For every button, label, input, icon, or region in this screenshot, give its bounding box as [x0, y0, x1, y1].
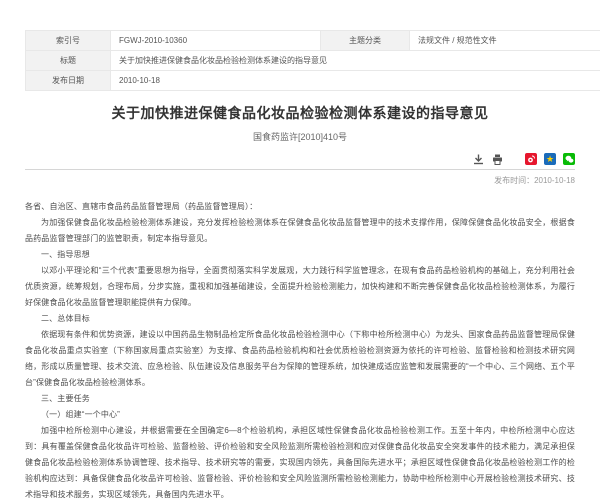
- publish-time: 发布时间：2010-10-18: [25, 175, 575, 185]
- publish-date-label: 发布日期: [26, 71, 111, 91]
- section-heading-1: 一、指导思想: [25, 247, 575, 263]
- sub-section-heading: （一）组建“一个中心”: [25, 407, 575, 423]
- weibo-share-icon[interactable]: [525, 153, 537, 165]
- subject-category-label: 主题分类: [321, 31, 410, 51]
- title-value: 关于加快推进保健食品化妆品检验检测体系建设的指导意见: [111, 51, 600, 71]
- paragraph: 依据现有条件和优势资源，建设以中国药品生物制品检定所食品化妆品检验检测中心（下称…: [25, 327, 575, 391]
- meta-info-table: 索引号 FGWJ-2010-10360 主题分类 法规文件 / 规范性文件 标题…: [25, 30, 600, 91]
- section-heading-3: 三、主要任务: [25, 391, 575, 407]
- document-page: 索引号 FGWJ-2010-10360 主题分类 法规文件 / 规范性文件 标题…: [25, 0, 575, 503]
- print-icon[interactable]: [491, 153, 503, 165]
- paragraph: 加强中检所检测中心建设，并根据需要在全国确定6—8个检验机构，承担区域性保健食品…: [25, 423, 575, 503]
- toolbar: ★: [25, 151, 575, 170]
- index-number-value: FGWJ-2010-10360: [111, 31, 321, 51]
- publish-date-value: 2010-10-18: [111, 71, 600, 91]
- table-row: 索引号 FGWJ-2010-10360 主题分类 法规文件 / 规范性文件: [26, 31, 600, 51]
- table-row: 发布日期 2010-10-18: [26, 71, 600, 91]
- wechat-share-icon[interactable]: [563, 153, 575, 165]
- download-icon[interactable]: [472, 153, 484, 165]
- table-row: 标题 关于加快推进保健食品化妆品检验检测体系建设的指导意见: [26, 51, 600, 71]
- document-number: 国食药监许[2010]410号: [25, 130, 575, 143]
- salutation-line: 各省、自治区、直辖市食品药品监督管理局（药品监督管理局）：: [25, 199, 575, 215]
- paragraph: 以邓小平理论和“三个代表”重要思想为指导，全面贯彻落实科学发展观，大力践行科学监…: [25, 263, 575, 311]
- subject-category-value: 法规文件 / 规范性文件: [410, 31, 600, 51]
- title-label: 标题: [26, 51, 111, 71]
- article-body: 各省、自治区、直辖市食品药品监督管理局（药品监督管理局）： 为加强保健食品化妆品…: [25, 199, 575, 503]
- index-number-label: 索引号: [26, 31, 111, 51]
- paragraph: 为加强保健食品化妆品检验检测体系建设，充分发挥检验检测体系在保健食品化妆品监督管…: [25, 215, 575, 247]
- page-title: 关于加快推进保健食品化妆品检验检测体系建设的指导意见: [25, 103, 575, 123]
- section-heading-2: 二、总体目标: [25, 311, 575, 327]
- qzone-share-icon[interactable]: ★: [544, 153, 556, 165]
